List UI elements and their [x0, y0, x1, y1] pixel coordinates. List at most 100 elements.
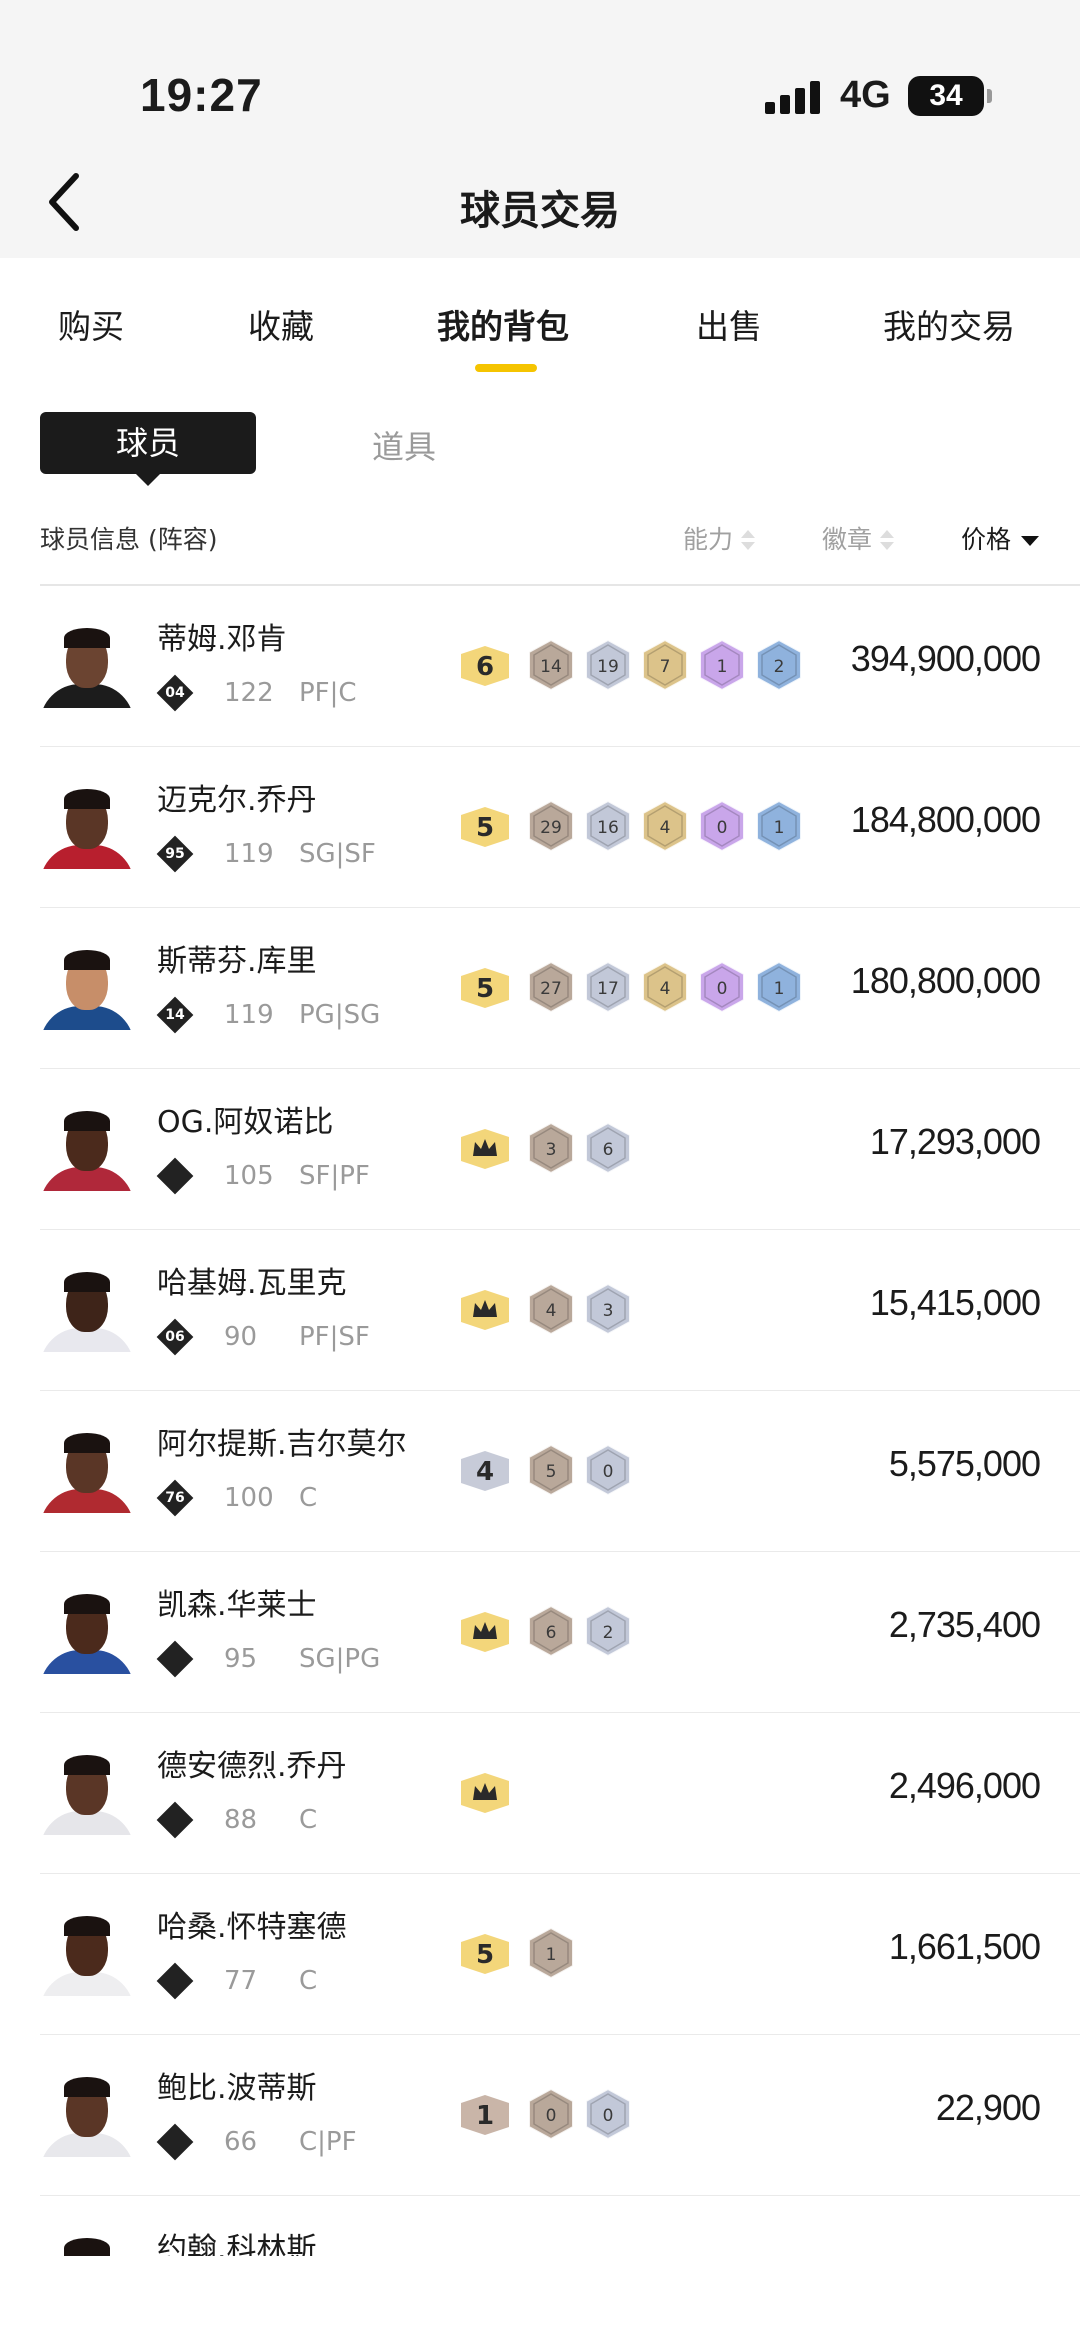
player-avatar: [40, 785, 134, 869]
player-price: 5,575,000: [888, 1443, 1041, 1484]
player-name: 约翰.科林斯: [157, 2232, 317, 2256]
player-name: 凯森.华莱士: [157, 1588, 317, 1623]
card-number: 14: [165, 1007, 185, 1023]
player-name: OG.阿奴诺比: [157, 1105, 334, 1140]
badge-hex: 0: [585, 1443, 631, 1497]
player-row[interactable]: 哈基姆.瓦里克 06 90 PF|SF 4 3 15,415,000: [40, 1230, 1080, 1391]
badge-hex: 3: [585, 1282, 631, 1336]
badge-hex: 3: [528, 1121, 574, 1175]
player-position: PG|SG: [299, 1000, 381, 1030]
player-row[interactable]: 蒂姆.邓肯 04 122 PF|C 6 14 19 7 1 2 394,900,000: [40, 586, 1080, 747]
ability-value: 1: [476, 2101, 494, 2131]
sort-by-price[interactable]: 价格: [961, 520, 1040, 556]
ability-value: 4: [476, 1457, 494, 1487]
player-rating: 119: [224, 1000, 274, 1030]
player-avatar: [40, 1107, 134, 1191]
badge-count: 4: [546, 1301, 557, 1321]
card-tier-icon: [156, 1801, 194, 1839]
badge-count: 4: [660, 818, 671, 838]
badge-count: 6: [546, 1623, 557, 1643]
player-rating: 88: [224, 1805, 258, 1835]
player-rating: 90: [224, 1322, 258, 1352]
badge-count: 6: [603, 1140, 614, 1160]
player-position: PF|SF: [299, 1322, 370, 1352]
badge-count: 1: [774, 979, 785, 999]
player-row[interactable]: OG.阿奴诺比 105 SF|PF 3 6 17,293,000: [40, 1069, 1080, 1230]
player-row[interactable]: 斯蒂芬.库里 14 119 PG|SG 5 27 17 4 0 1 180,800,000: [40, 908, 1080, 1069]
player-price: 15,415,000: [869, 1282, 1041, 1323]
badge-count: 19: [597, 657, 619, 677]
player-row[interactable]: 鲍比.波蒂斯 66 C|PF 1 0 0 22,900: [40, 2035, 1080, 2196]
player-row[interactable]: 阿尔提斯.吉尔莫尔 76 100 C 4 5 0 5,575,000: [40, 1391, 1080, 1552]
network-type: 4G: [840, 74, 891, 116]
player-rating: 77: [224, 1966, 258, 1996]
player-price: 17,293,000: [869, 1121, 1041, 1162]
ability-crown-badge: [461, 1612, 509, 1652]
segment-items[interactable]: 道具: [372, 422, 436, 468]
segment-players[interactable]: 球员: [40, 412, 256, 486]
player-row[interactable]: 凯森.华莱士 95 SG|PG 6 2 2,735,400: [40, 1552, 1080, 1713]
player-price: 2,496,000: [888, 1765, 1041, 1806]
player-name: 哈桑.怀特塞德: [157, 1910, 347, 1945]
ability-badge: 5: [461, 1934, 509, 1974]
ability-crown-badge: [461, 1773, 509, 1813]
player-position: C: [299, 1805, 318, 1835]
badge-hex: 14: [528, 638, 574, 692]
player-avatar: [40, 2073, 134, 2157]
badge-hex: 0: [528, 2087, 574, 2141]
badge-count: 29: [540, 818, 562, 838]
column-ability-label: 能力: [683, 525, 734, 554]
player-rating: 105: [224, 1161, 274, 1191]
tab-my-bag[interactable]: 我的背包: [437, 300, 569, 348]
player-name: 斯蒂芬.库里: [157, 944, 317, 979]
badge-hex: 1: [699, 638, 745, 692]
card-tier-icon: [156, 1157, 194, 1195]
badge-count: 0: [603, 1462, 614, 1482]
badge-hex: 1: [756, 799, 802, 853]
card-tier-icon: [156, 1640, 194, 1678]
sort-by-badge[interactable]: 徽章: [822, 520, 895, 556]
tab-my-trades[interactable]: 我的交易: [883, 300, 1015, 348]
player-row[interactable]: 德安德烈.乔丹 88 C 2,496,000: [40, 1713, 1080, 1874]
badge-hex: 4: [528, 1282, 574, 1336]
badge-hex: 16: [585, 799, 631, 853]
column-header: 球员信息 (阵容) 能力 徽章 价格: [0, 518, 1080, 568]
page-title: 球员交易: [460, 188, 620, 234]
badge-count: 4: [660, 979, 671, 999]
card-number: 76: [165, 1490, 185, 1506]
badge-hex: 2: [756, 638, 802, 692]
player-position: C|PF: [299, 2127, 357, 2157]
status-time: 19:27: [140, 69, 263, 121]
badge-count: 5: [546, 1462, 557, 1482]
player-row[interactable]: 迈克尔.乔丹 95 119 SG|SF 5 29 16 4 0 1 184,800,000: [40, 747, 1080, 908]
bottom-area: [0, 2256, 1080, 2345]
player-row[interactable]: 约翰.科林斯: [40, 2196, 1080, 2256]
badge-count: 14: [540, 657, 562, 677]
ability-badge: 4: [461, 1451, 509, 1491]
player-position: C: [299, 1483, 318, 1513]
player-position: SF|PF: [299, 1161, 370, 1191]
badge-hex: 2: [585, 1604, 631, 1658]
sort-by-ability[interactable]: 能力: [683, 520, 756, 556]
badge-count: 0: [603, 2106, 614, 2126]
tab-sell[interactable]: 出售: [696, 300, 762, 348]
ability-badge: 6: [461, 646, 509, 686]
cellular-signal-icon: [765, 80, 820, 114]
card-tier-icon: [156, 1962, 194, 2000]
player-position: SG|SF: [299, 839, 376, 869]
badge-hex: 27: [528, 960, 574, 1014]
player-avatar: [40, 946, 134, 1030]
tab-buy[interactable]: 购买: [58, 300, 124, 348]
column-badge-label: 徽章: [822, 525, 873, 554]
player-row[interactable]: 哈桑.怀特塞德 77 C 5 1 1,661,500: [40, 1874, 1080, 2035]
nav-bar: 球员交易: [0, 150, 1080, 258]
tab-favorites[interactable]: 收藏: [248, 300, 314, 348]
column-price-label: 价格: [961, 525, 1012, 554]
player-avatar: [40, 1429, 134, 1513]
badge-hex: 4: [642, 799, 688, 853]
player-name: 阿尔提斯.吉尔莫尔: [157, 1427, 407, 1462]
ability-badge: 5: [461, 807, 509, 847]
badge-count: 16: [597, 818, 619, 838]
badge-count: 0: [717, 979, 728, 999]
badge-count: 7: [660, 657, 671, 677]
